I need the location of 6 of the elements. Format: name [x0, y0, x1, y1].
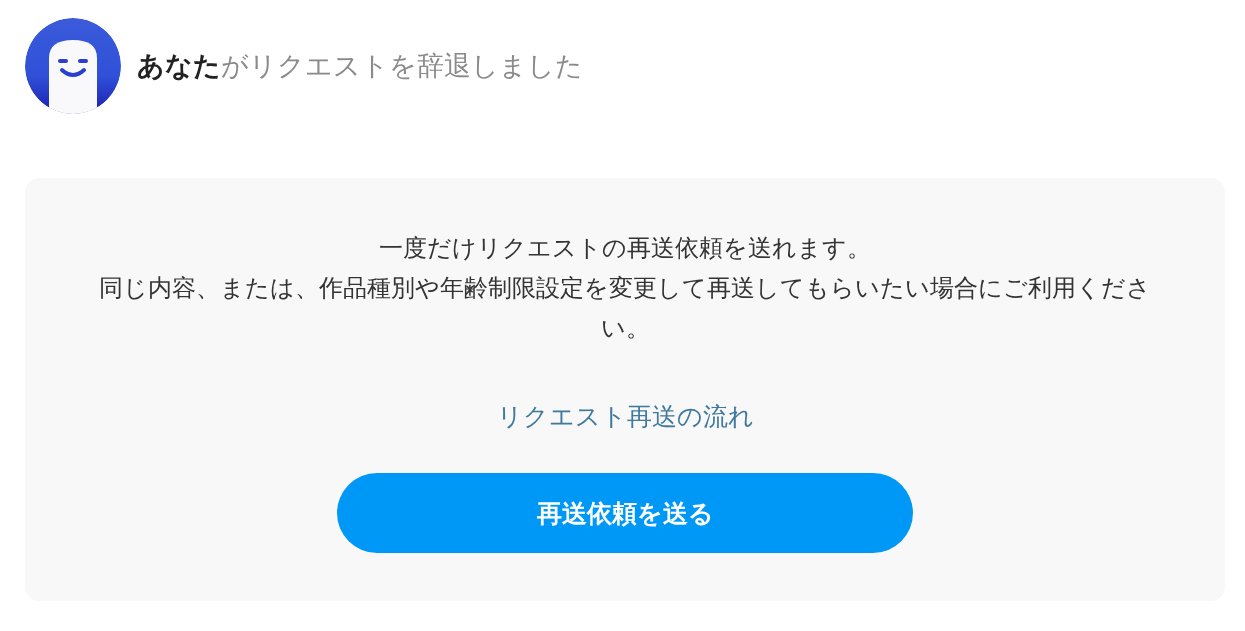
resend-request-button[interactable]: 再送依頼を送る	[337, 473, 913, 553]
resend-flow-link[interactable]: リクエスト再送の流れ	[496, 400, 754, 433]
avatar-icon	[25, 18, 121, 114]
notice-text: 同じ内容、または、作品種別や年齢制限設定を変更して再送してもらいたい場合にご利用ください。	[98, 273, 1152, 344]
notice-text: 一度だけリクエストの再送依頼を送れます。	[379, 233, 871, 264]
request-declined-message: あなたがリクエストを辞退しました	[137, 49, 583, 83]
